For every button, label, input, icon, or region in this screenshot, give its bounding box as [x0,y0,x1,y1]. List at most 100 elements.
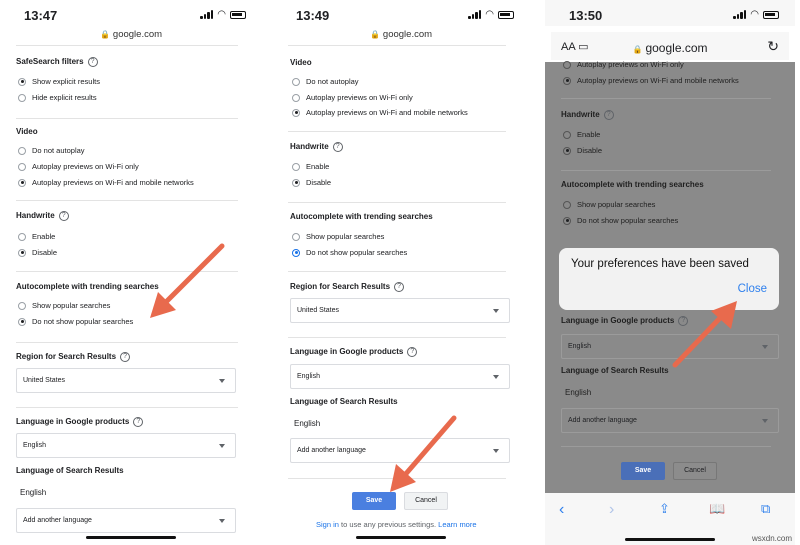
radio-do-not-autoplay[interactable]: Do not autoplay [18,146,85,155]
clock: 13:50 [569,8,603,23]
signal-icon [468,10,482,19]
section-title-handwrite: Handwrite? [290,142,343,152]
radio-show-popular[interactable]: Show popular searches [292,232,384,241]
add-language-select[interactable]: Add another language [561,408,779,433]
signal-icon [200,10,214,19]
lock-icon: 🔒 [369,30,380,39]
wifi-icon: ◠ [485,9,494,20]
chevron-down-icon [762,345,768,349]
section-title-safesearch: SafeSearch filters? [16,57,98,67]
radio-handwrite-disable[interactable]: Disable [292,178,331,187]
red-arrow-annotation [390,415,457,492]
radio-do-not-autoplay[interactable]: Do not autoplay [292,77,359,86]
help-icon[interactable]: ? [87,57,98,67]
section-title-autocomplete: Autocomplete with trending searches [290,212,433,221]
lock-icon: 🔒 [99,30,110,39]
language-products-select[interactable]: English [290,364,510,389]
wifi-icon: ◠ [750,9,759,20]
status-bar: 13:49 ◠ [272,0,530,26]
radio-no-popular[interactable]: Do not show popular searches [18,317,133,326]
section-title-region: Region for Search Results? [290,282,405,292]
radio-autoplay-wifi[interactable]: Autoplay previews on Wi-Fi only [292,93,413,102]
chevron-down-icon [219,519,225,523]
region-select[interactable]: United States [290,298,510,323]
forward-icon[interactable]: › [609,501,614,519]
help-icon[interactable]: ? [120,352,131,362]
signin-link[interactable]: Sign in [316,520,339,529]
learn-more-link[interactable]: Learn more [438,520,476,529]
section-title-language-results: Language of Search Results [290,397,398,406]
radio-show-popular[interactable]: Show popular searches [18,301,110,310]
red-arrow-annotation [672,301,737,368]
section-title-autocomplete: Autocomplete with trending searches [16,282,159,291]
signin-note: Sign in to use any previous settings. Le… [316,520,477,529]
back-icon[interactable]: ‹ [559,501,564,519]
radio-show-popular[interactable]: Show popular searches [563,200,655,209]
language-result-item: English [20,488,47,497]
cancel-button[interactable]: Cancel [673,462,717,480]
address-bar[interactable]: 🔒 google.com [0,29,262,40]
help-icon[interactable]: ? [58,211,69,221]
clock: 13:47 [24,8,58,23]
radio-autoplay-wifi[interactable]: Autoplay previews on Wi-Fi only [18,162,139,171]
radio-handwrite-disable[interactable]: Disable [563,146,602,155]
language-result-item: English [565,388,592,397]
section-title-autocomplete: Autocomplete with trending searches [561,180,704,189]
bookmarks-icon[interactable]: 📖 [709,501,725,517]
section-title-video: Video [16,127,38,136]
radio-autoplay-wifi[interactable]: Autoplay previews on Wi-Fi only [563,60,684,69]
watermark: wsxdn.com [751,534,792,543]
reload-icon[interactable]: ↻ [767,38,779,55]
help-icon[interactable]: ? [133,417,144,427]
dialog-close-button[interactable]: Close [738,283,767,295]
chevron-down-icon [219,379,225,383]
battery-icon [763,10,779,19]
signal-icon [733,10,747,19]
chevron-down-icon [493,309,499,313]
status-bar: 13:47 ◠ [0,0,262,26]
help-icon[interactable]: ? [603,110,614,120]
help-icon[interactable]: ? [394,282,405,292]
radio-autoplay-wifi-mobile[interactable]: Autoplay previews on Wi-Fi and mobile ne… [563,76,739,85]
section-title-language-results: Language of Search Results [16,466,124,475]
screenshot-2: 13:49 ◠ 🔒 google.com Video Do not autopla… [272,0,530,545]
clock: 13:49 [296,8,330,23]
region-select[interactable]: United States [16,368,236,393]
add-language-select[interactable]: Add another language [16,508,236,533]
chevron-down-icon [762,419,768,423]
share-icon[interactable]: ⇪ [659,501,670,517]
radio-hide-explicit[interactable]: Hide explicit results [18,93,97,102]
section-title-region: Region for Search Results? [16,352,131,362]
radio-handwrite-disable[interactable]: Disable [18,248,57,257]
home-indicator [86,536,176,539]
help-icon[interactable]: ? [407,347,418,357]
section-title-language-products: Language in Google products? [16,417,144,427]
battery-icon [230,10,246,19]
red-arrow-annotation [150,243,225,318]
radio-handwrite-enable[interactable]: Enable [18,232,55,241]
language-products-select[interactable]: English [16,433,236,458]
chevron-down-icon [493,375,499,379]
section-title-handwrite: Handwrite? [561,110,614,120]
radio-show-explicit[interactable]: Show explicit results [18,77,100,86]
radio-no-popular[interactable]: Do not show popular searches [292,248,407,257]
section-title-language-results: Language of Search Results [561,366,669,375]
section-title-language-products: Language in Google products? [290,347,418,357]
chevron-down-icon [219,444,225,448]
help-icon[interactable]: ? [332,142,343,152]
section-title-video: Video [290,58,312,67]
radio-no-popular[interactable]: Do not show popular searches [563,216,678,225]
radio-handwrite-enable[interactable]: Enable [292,162,329,171]
radio-autoplay-wifi-mobile[interactable]: Autoplay previews on Wi-Fi and mobile ne… [18,178,194,187]
safari-address-bar[interactable]: AA ▭ 🔒 google.com ↻ [551,32,789,60]
save-button[interactable]: Save [621,462,665,480]
tabs-icon[interactable]: ⧉ [761,501,770,517]
address-bar[interactable]: 🔒 google.com [272,29,530,40]
chevron-down-icon [493,449,499,453]
radio-autoplay-wifi-mobile[interactable]: Autoplay previews on Wi-Fi and mobile ne… [292,108,468,117]
wifi-icon: ◠ [217,9,226,20]
radio-handwrite-enable[interactable]: Enable [563,130,600,139]
screenshot-3: 13:50 ◠ AA ▭ 🔒 google.com ↻ Autoplay prev… [545,0,795,545]
home-indicator [625,538,715,541]
battery-icon [498,10,514,19]
